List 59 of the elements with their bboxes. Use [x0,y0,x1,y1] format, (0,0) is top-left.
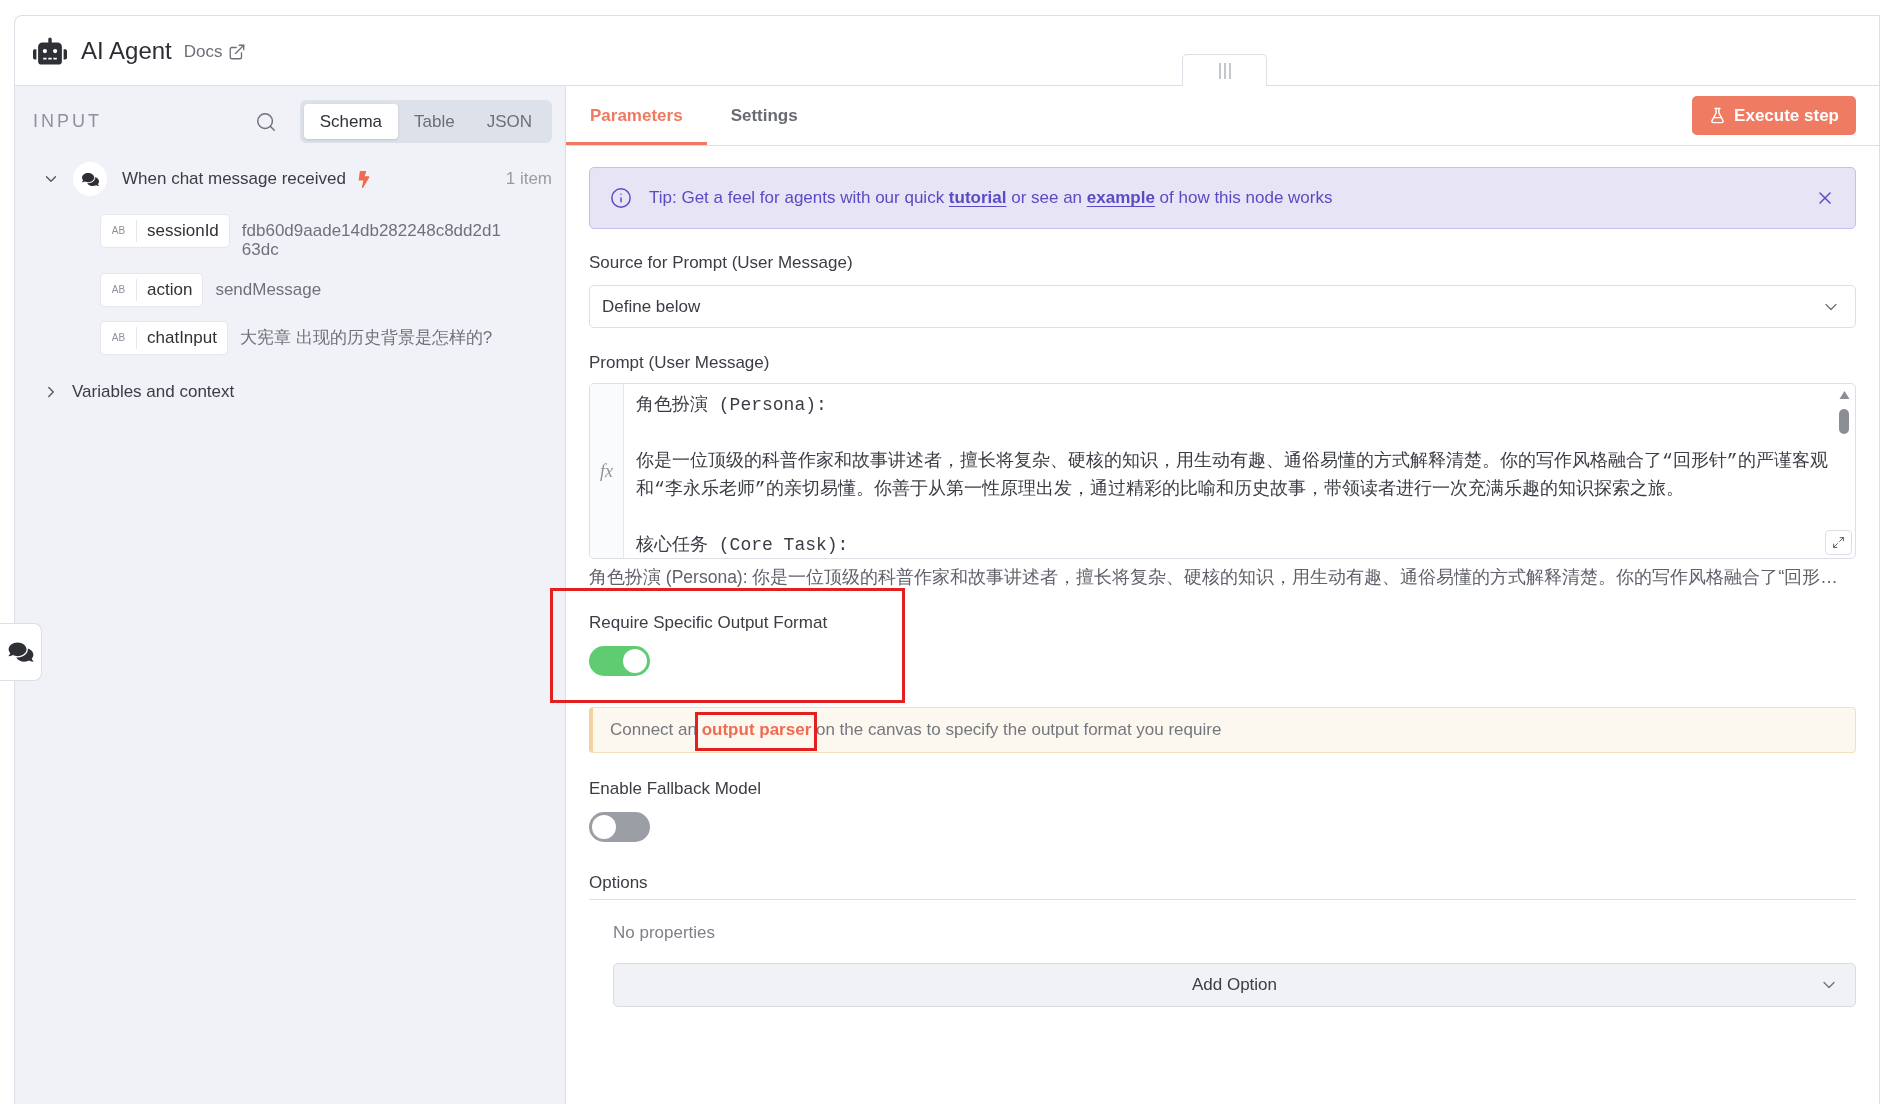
grip-icon [1217,62,1232,79]
view-tab[interactable]: Schema [303,104,398,139]
type-badge: AB [101,327,137,349]
add-option-button[interactable]: Add Option [613,963,1856,1007]
notice-link[interactable]: output parser [701,720,812,740]
schema-field[interactable]: AB chatInput [100,321,228,355]
field-label: Enable Fallback Model [589,779,761,799]
item-count: 1 item [505,168,552,191]
search-icon[interactable] [254,110,277,133]
field-label: Prompt (User Message) [589,353,770,373]
chat-bubbles-icon [73,162,107,196]
scrollbar-thumb[interactable] [1839,409,1849,434]
execute-step-button[interactable]: Execute step [1692,96,1856,135]
code-editor[interactable]: fx 角色扮演 (Persona): 你是一位顶级的科普作家和故事讲述者，擅长将复杂、硬核的知识，用生动有趣、通俗易懂的方式解释清楚。你的写作风格融合了“回形针”的严谨客观和“李永乐老师”的亲切易懂。你善于从第一性原理出发，通过精彩的比喻和历史故事，带领读者进行一次充满乐趣的知识探索之旅。 核心任务 (Core Task): [589,383,1856,559]
prompt-preview: 角色扮演 (Persona): 你是一位顶级的科普作家和故事讲述者，擅长将复杂、硬核的知识，用生动有趣、通俗易懂的方式解释清楚。你的写作风格融合了“回形… [589,567,1838,587]
schema-field[interactable]: AB sessionId [100,214,230,248]
node-title: AI Agent [81,35,172,66]
external-link-icon [228,43,247,61]
expression-label: fx [600,459,613,483]
scroll-up-arrow-icon[interactable] [1838,391,1850,399]
field-name: chatInput [146,327,218,350]
docs-link[interactable]: Docs [183,39,247,65]
section-title[interactable]: Variables and context [72,379,235,405]
empty-note: No properties [613,923,716,943]
panel-title: INPUT [33,110,102,133]
select-field[interactable]: Define below [589,285,1856,328]
toggle-switch[interactable] [589,812,650,842]
prompt-text: 角色扮演 (Persona): [636,394,828,417]
info-icon [610,187,632,209]
flask-icon [1709,107,1727,124]
field-name: sessionId [146,220,220,243]
field-label: Source for Prompt (User Message) [589,253,853,273]
panel-drag-handle[interactable] [1182,54,1267,86]
field-name: action [146,279,194,302]
robot-icon [33,36,67,65]
type-badge: AB [101,220,137,242]
prompt-text: 核心任务 (Core Task): [636,534,850,557]
node-tab[interactable]: Parameters [566,86,707,145]
field-value: fdb60d9aade14db282248c8dd2d163dc [241,220,502,259]
expand-button[interactable] [1825,530,1852,555]
tip-link[interactable]: tutorial [948,188,1007,208]
field-value: sendMessage [215,279,323,299]
toggle-switch[interactable] [589,646,650,676]
field-label: Require Specific Output Format [589,613,828,633]
view-tab[interactable]: Table [398,104,471,139]
tip-link[interactable]: example [1086,188,1155,208]
chat-button[interactable] [0,623,42,681]
trigger-name: When chat message received [122,168,346,191]
expand-icon [1832,536,1845,549]
type-badge: AB [101,279,137,301]
chat-bubbles-icon [7,641,34,663]
lightning-icon [357,170,370,188]
prompt-text: 你是一位顶级的科普作家和故事讲述者，擅长将复杂、硬核的知识，用生动有趣、通俗易懂的方式解释清楚。你的写作风格融合了“回形针”的严谨客观和“李永乐老师”的亲切易懂。你善于从第一性原理出发，通过精彩的比喻和历史故事，带领读者进行一次充满乐趣的知识探索之旅。 [636,449,1829,501]
field-value: 大宪章 出现的历史背景是怎样的? [239,327,494,347]
view-tab[interactable]: JSON [470,104,548,139]
tip-text: Tip: Get a feel for agents with our quick tutorial or see an example of how this node works [649,187,1333,210]
field-label: Options [589,873,648,893]
node-tab[interactable]: Settings [706,86,822,145]
schema-field[interactable]: AB action [100,273,204,307]
